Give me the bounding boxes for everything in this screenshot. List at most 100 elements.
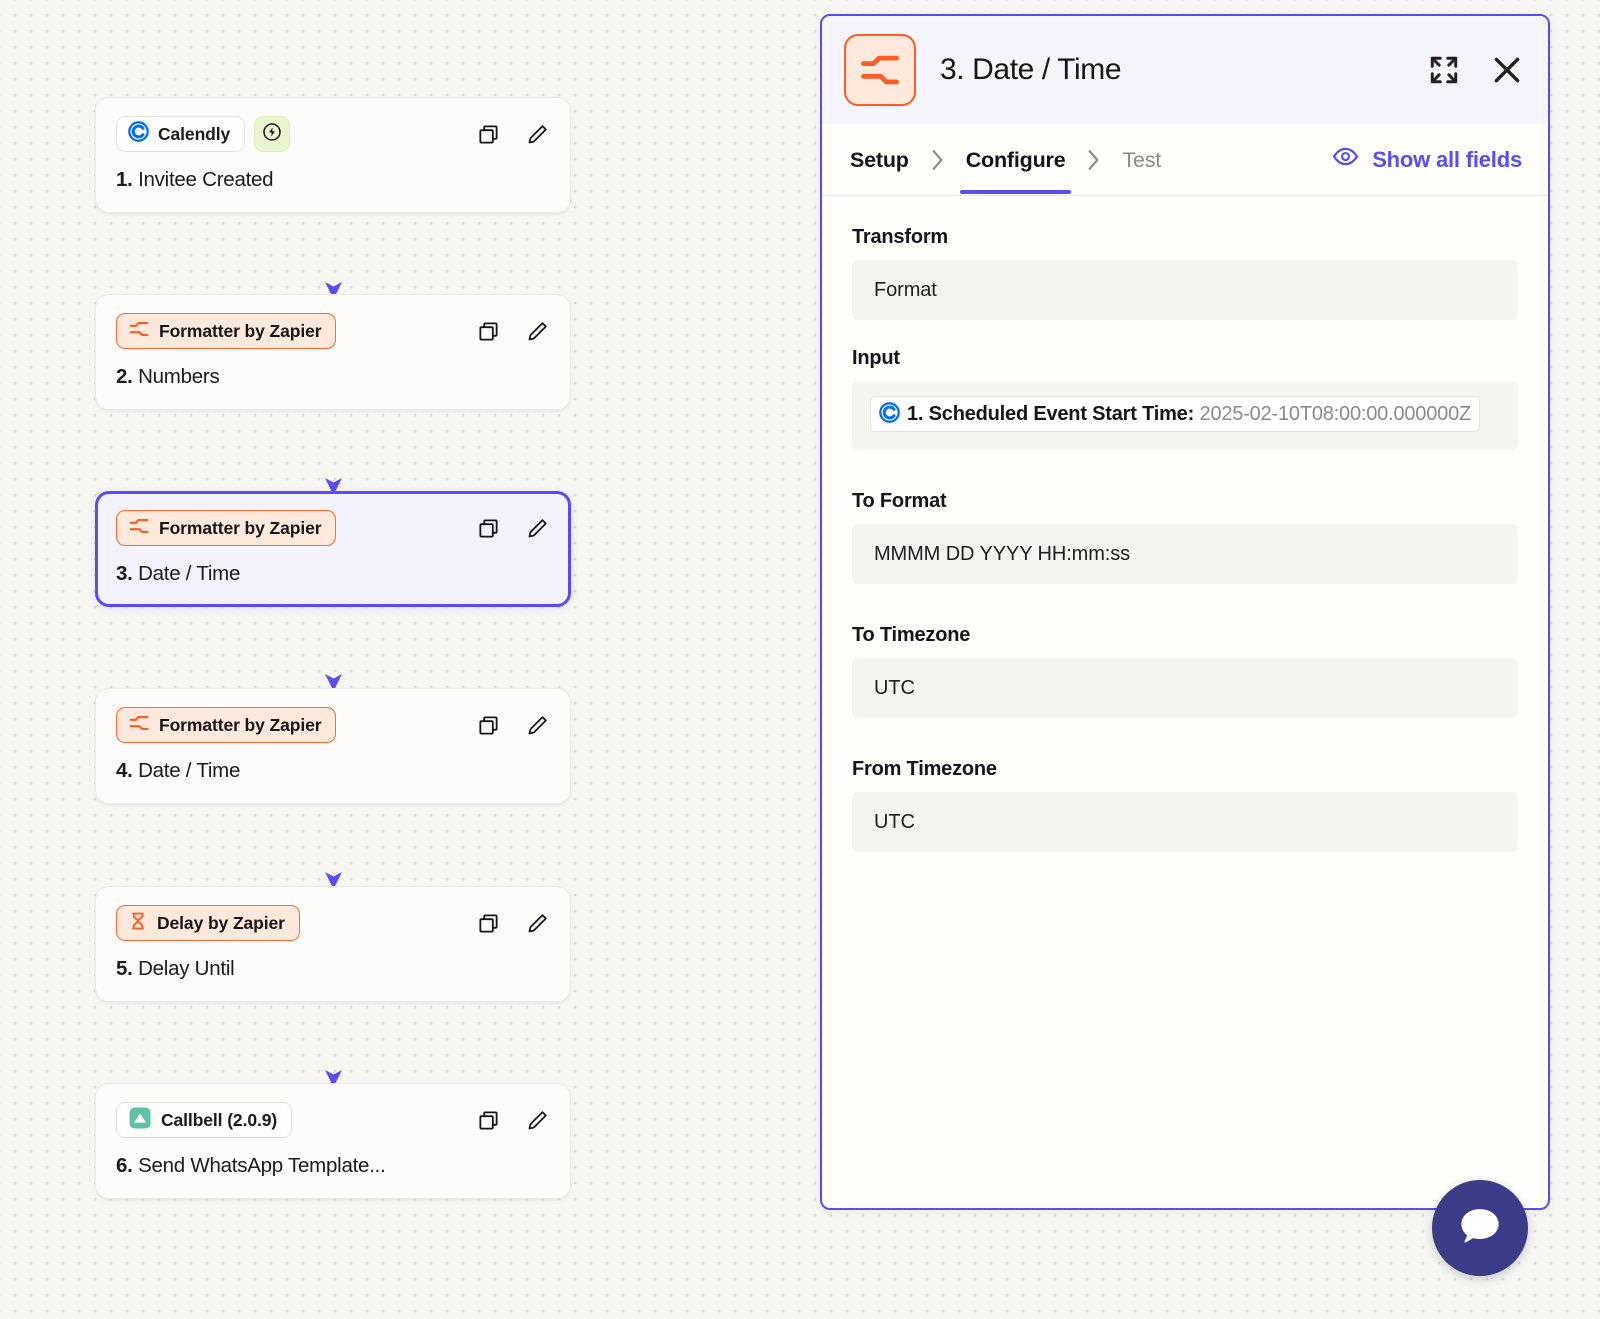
app-chip-formatter[interactable]: Formatter by Zapier — [116, 707, 337, 743]
calendly-icon — [879, 398, 900, 436]
workflow-canvas: Calendly 1. Invitee Created Formatter by… — [0, 0, 820, 1319]
copy-icon[interactable] — [475, 515, 501, 541]
token-label: 1. Scheduled Event Start Time: — [907, 403, 1195, 425]
step-title-text: Date / Time — [138, 759, 241, 782]
copy-icon[interactable] — [475, 712, 501, 738]
app-chip-label: Calendly — [158, 123, 231, 144]
step-card-6[interactable]: Callbell (2.0.9) 6. Send WhatsApp Templa… — [95, 1083, 571, 1199]
step-number: 4. — [116, 759, 133, 782]
field-input: Input 1. Scheduled Event Start Time: 202… — [852, 347, 1518, 450]
app-chip-formatter[interactable]: Formatter by Zapier — [116, 313, 337, 349]
trigger-badge[interactable] — [254, 116, 291, 152]
show-all-fields-label: Show all fields — [1372, 146, 1522, 172]
connector-4-5 — [324, 802, 342, 890]
app-chip-label: Formatter by Zapier — [159, 517, 322, 538]
step-card-actions — [475, 318, 550, 344]
step-card-header: Calendly — [116, 116, 550, 152]
step-card-actions — [475, 515, 550, 541]
step-card-2[interactable]: Formatter by Zapier 2. Numbers — [95, 294, 571, 410]
tab-configure[interactable]: Configure — [959, 126, 1072, 194]
step-title-text: Invitee Created — [138, 168, 274, 191]
step-number: 3. — [116, 562, 133, 585]
to-format-input[interactable]: MMMM DD YYYY HH:mm:ss — [852, 524, 1518, 584]
input-field[interactable]: 1. Scheduled Event Start Time: 2025-02-1… — [852, 381, 1518, 450]
step-card-header: Formatter by Zapier — [116, 707, 550, 743]
step-card-header: Formatter by Zapier — [116, 313, 550, 349]
field-label: To Timezone — [852, 624, 971, 646]
app-chip-formatter[interactable]: Formatter by Zapier — [116, 510, 337, 546]
app-chip-callbell[interactable]: Callbell (2.0.9) — [116, 1102, 293, 1138]
chat-bubble-icon — [1454, 1200, 1506, 1257]
panel-header-actions — [1428, 53, 1524, 87]
expand-icon[interactable] — [1428, 54, 1460, 86]
close-icon[interactable] — [1490, 53, 1524, 87]
panel-body: Transform Format Input 1. Scheduled Even… — [822, 196, 1548, 1208]
pencil-icon[interactable] — [524, 515, 550, 541]
app-chip-delay[interactable]: Delay by Zapier — [116, 905, 300, 941]
hourglass-icon — [128, 911, 148, 936]
show-all-fields-button[interactable]: Show all fields — [1332, 143, 1522, 176]
eye-icon — [1332, 143, 1359, 176]
connector-2-3 — [324, 408, 342, 496]
field-transform: Transform Format — [852, 226, 1518, 320]
step-number: 5. — [116, 957, 133, 980]
step-card-1[interactable]: Calendly 1. Invitee Created — [95, 97, 571, 213]
copy-icon[interactable] — [475, 318, 501, 344]
pencil-icon[interactable] — [524, 318, 550, 344]
field-label: To Format — [852, 490, 947, 512]
step-card-header: Delay by Zapier — [116, 905, 550, 941]
step-title-text: Delay Until — [138, 957, 235, 980]
app-chip-calendly[interactable]: Calendly — [116, 116, 246, 152]
field-to-format: To Format MMMM DD YYYY HH:mm:ss — [852, 490, 1518, 584]
pencil-icon[interactable] — [524, 1107, 550, 1133]
step-card-actions — [475, 712, 550, 738]
step-card-header: Formatter by Zapier — [116, 510, 550, 546]
pencil-icon[interactable] — [524, 910, 550, 936]
formatter-icon — [128, 515, 150, 542]
chat-support-button[interactable] — [1432, 1180, 1528, 1276]
callbell-icon — [128, 1106, 152, 1135]
step-card-3[interactable]: Formatter by Zapier 3. Date / Time — [95, 491, 571, 607]
step-number: 2. — [116, 365, 133, 388]
step-card-title: 5. Delay Until — [116, 957, 550, 981]
field-to-timezone: To Timezone UTC — [852, 624, 1518, 718]
app-chip-label: Delay by Zapier — [157, 912, 285, 933]
app-chip-label: Formatter by Zapier — [159, 320, 322, 341]
pencil-icon[interactable] — [524, 121, 550, 147]
formatter-icon — [844, 34, 916, 106]
step-number: 1. — [116, 168, 133, 191]
copy-icon[interactable] — [475, 121, 501, 147]
tab-setup[interactable]: Setup — [848, 126, 911, 193]
step-number: 6. — [116, 1154, 133, 1177]
to-timezone-input[interactable]: UTC — [852, 658, 1518, 718]
step-card-actions — [475, 1107, 550, 1133]
step-card-title: 4. Date / Time — [116, 759, 550, 783]
step-card-title: 6. Send WhatsApp Template... — [116, 1154, 550, 1178]
chevron-right-icon — [1086, 149, 1101, 171]
pencil-icon[interactable] — [524, 712, 550, 738]
copy-icon[interactable] — [475, 1107, 501, 1133]
step-card-header: Callbell (2.0.9) — [116, 1102, 550, 1138]
step-title-text: Send WhatsApp Template... — [138, 1154, 386, 1177]
from-timezone-input[interactable]: UTC — [852, 792, 1518, 852]
token-value: 2025-02-10T08:00:00.000000Z — [1199, 403, 1472, 425]
copy-icon[interactable] — [475, 910, 501, 936]
step-card-5[interactable]: Delay by Zapier 5. Delay Until — [95, 886, 571, 1002]
panel-header: 3. Date / Time — [822, 16, 1548, 124]
app-chip-label: Callbell (2.0.9) — [161, 1109, 278, 1130]
step-card-4[interactable]: Formatter by Zapier 4. Date / Time — [95, 688, 571, 804]
step-card-title: 3. Date / Time — [116, 562, 550, 586]
step-title-text: Numbers — [138, 365, 220, 388]
field-label: From Timezone — [852, 758, 997, 780]
step-card-actions — [475, 121, 550, 147]
step-title-text: Date / Time — [138, 562, 241, 585]
panel-tabs: Setup Configure Test Show all fields — [822, 124, 1548, 196]
tab-test[interactable]: Test — [1120, 126, 1163, 193]
panel-title: 3. Date / Time — [940, 53, 1122, 86]
connector-1-2 — [324, 210, 342, 300]
transform-input[interactable]: Format — [852, 260, 1518, 320]
lightning-bolt-icon — [262, 122, 282, 147]
step-card-title: 2. Numbers — [116, 365, 550, 389]
mapped-field-token[interactable]: 1. Scheduled Event Start Time: 2025-02-1… — [870, 396, 1481, 432]
calendly-icon — [128, 121, 149, 147]
